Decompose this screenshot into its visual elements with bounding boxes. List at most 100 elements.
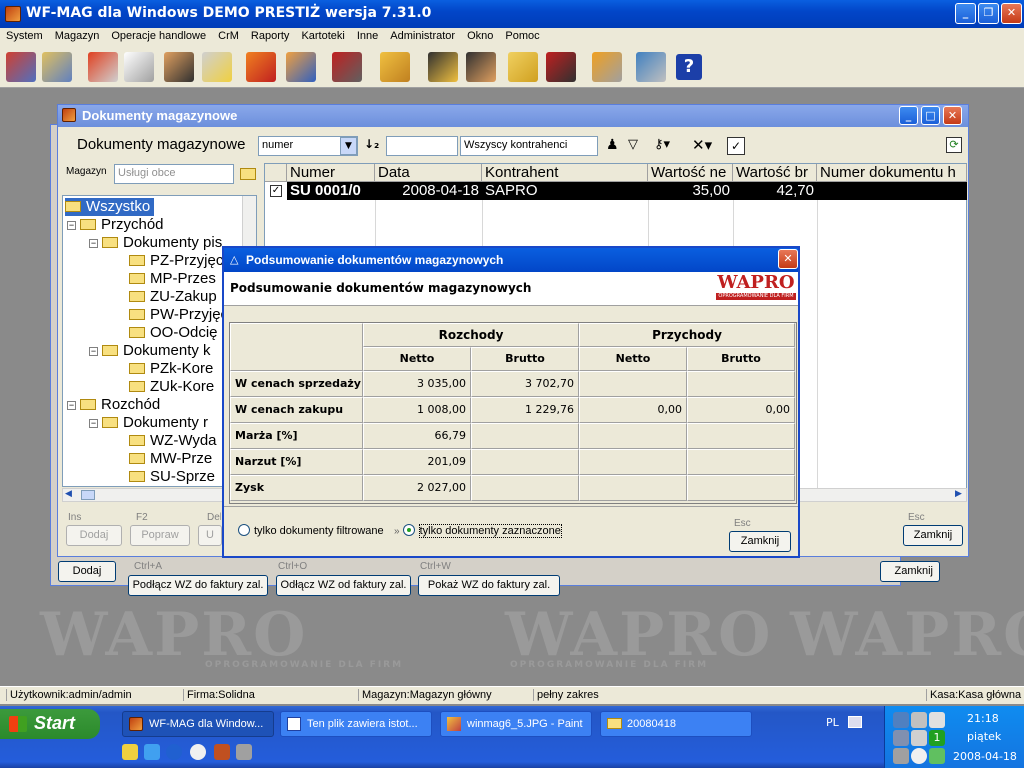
chart-icon[interactable]: [380, 52, 410, 82]
tree-item[interactable]: − Przychód: [67, 216, 164, 234]
caps-icon[interactable]: [911, 730, 927, 746]
select-column-header[interactable]: [265, 164, 287, 182]
checkbox-toggle-icon[interactable]: ✓: [727, 137, 745, 155]
tree-item[interactable]: ZU-Zakup: [129, 288, 217, 306]
tree-item[interactable]: MW-Prze: [129, 450, 212, 468]
invoice-icon[interactable]: [124, 52, 154, 82]
quicklaunch-icon[interactable]: [236, 744, 252, 760]
dialog-close-action-button[interactable]: Zamknij: [729, 531, 791, 552]
collapse-icon[interactable]: −: [89, 239, 98, 248]
numlock-icon[interactable]: 1: [929, 730, 945, 746]
filter-icon[interactable]: ▽: [628, 137, 638, 152]
cell-kontrahent[interactable]: SAPRO: [482, 182, 648, 200]
scroll-right-icon[interactable]: ▶: [955, 489, 962, 499]
warehouse-icon[interactable]: [246, 52, 276, 82]
column-header-kontrahent[interactable]: Kontrahent: [482, 164, 648, 182]
taskbar-item[interactable]: winmag6_5.JPG - Paint: [440, 711, 592, 737]
magazyn-field[interactable]: Usługi obce: [114, 164, 234, 184]
contacts-icon[interactable]: [164, 52, 194, 82]
doc-maximize-button[interactable]: □: [921, 106, 940, 125]
row-checkbox[interactable]: ✓: [270, 185, 282, 197]
transfer-icon[interactable]: [546, 52, 576, 82]
column-header-brutto[interactable]: Wartość br: [733, 164, 817, 182]
menu-magazyn[interactable]: Magazyn: [49, 28, 106, 42]
tree-item[interactable]: SU-Sprze: [129, 468, 215, 486]
tray-icon[interactable]: [911, 712, 927, 728]
menu-kartoteki[interactable]: Kartoteki: [295, 28, 350, 42]
app-icon[interactable]: [5, 6, 21, 22]
notes-icon[interactable]: [202, 52, 232, 82]
cell-data[interactable]: 2008-04-18: [375, 182, 482, 200]
cell-numer[interactable]: SU 0001/0: [287, 182, 375, 200]
user-lock-icon[interactable]: [428, 52, 458, 82]
menu-inne[interactable]: Inne: [351, 28, 384, 42]
doc-close-button[interactable]: ✕: [943, 106, 962, 125]
cell-netto[interactable]: 35,00: [648, 182, 733, 200]
odlacz-wz-button[interactable]: Odłącz WZ od faktury zal.: [276, 575, 411, 596]
column-header-data[interactable]: Data: [375, 164, 482, 182]
media-icon[interactable]: [190, 744, 206, 760]
column-header-numer[interactable]: Numer: [287, 164, 375, 182]
tree-item[interactable]: PZ-Przyjęcie: [129, 252, 235, 270]
person-filter-icon[interactable]: ♟: [606, 137, 619, 153]
start-button[interactable]: Start: [0, 709, 100, 739]
tree-item[interactable]: Wszystko: [65, 198, 155, 216]
taskbar-item[interactable]: WF-MAG dla Window...: [122, 711, 274, 737]
tree-item[interactable]: OO-Odcię: [129, 324, 218, 342]
menu-operacje[interactable]: Operacje handlowe: [105, 28, 212, 42]
clear-filter-icon[interactable]: ✕▾: [692, 136, 712, 154]
help-icon[interactable]: ?: [676, 54, 702, 80]
menu-pomoc[interactable]: Pomoc: [499, 28, 545, 42]
menu-crm[interactable]: CrM: [212, 28, 245, 42]
documents-icon[interactable]: [6, 52, 36, 82]
folder-icon[interactable]: [240, 168, 256, 180]
tray-icon[interactable]: [893, 730, 909, 746]
refresh-icon[interactable]: ⟳: [946, 137, 962, 153]
edit-button[interactable]: Popraw: [130, 525, 190, 546]
language-indicator[interactable]: PL: [826, 716, 839, 729]
chevron-down-icon[interactable]: ▼: [340, 137, 357, 155]
keyboard-icon[interactable]: [848, 716, 862, 728]
tree-item[interactable]: − Dokumenty r: [89, 414, 208, 432]
cell-numer-dok[interactable]: [817, 182, 967, 200]
close-button[interactable]: ✕: [1001, 3, 1022, 24]
computer-icon[interactable]: [636, 52, 666, 82]
taskbar-item[interactable]: Ten plik zawiera istot...: [280, 711, 432, 737]
menu-raporty[interactable]: Raporty: [245, 28, 296, 42]
edit-icon[interactable]: [42, 52, 72, 82]
menu-okno[interactable]: Okno: [461, 28, 499, 42]
quicklaunch-icon[interactable]: [122, 744, 138, 760]
tree-item[interactable]: PZk-Kore: [129, 360, 213, 378]
tree-item[interactable]: MP-Przes: [129, 270, 216, 288]
back-close-button[interactable]: Zamknij: [880, 561, 940, 582]
tray-icon[interactable]: [929, 712, 945, 728]
minimize-button[interactable]: _: [955, 3, 976, 24]
tree-item[interactable]: − Dokumenty pis: [89, 234, 222, 252]
import-icon[interactable]: [88, 52, 118, 82]
calculator-icon[interactable]: [332, 52, 362, 82]
scroll-thumb[interactable]: [81, 490, 95, 500]
menu-system[interactable]: System: [0, 28, 49, 42]
app-title-bar[interactable]: WF-MAG dla Windows DEMO PRESTIŻ wersja 7…: [0, 0, 1024, 28]
doc-close-action-button[interactable]: Zamknij: [903, 525, 963, 546]
column-header-netto[interactable]: Wartość ne: [648, 164, 733, 182]
key-filter-icon[interactable]: ⚷▾: [654, 137, 670, 152]
summary-dialog-titlebar[interactable]: Podsumowanie dokumentów magazynowych: [224, 248, 798, 272]
pokaz-wz-button[interactable]: Pokaż WZ do faktury zal.: [418, 575, 560, 596]
sort-az-icon[interactable]: ↓₂: [364, 137, 379, 151]
dialog-close-button[interactable]: ✕: [778, 249, 798, 269]
tray-icon[interactable]: [929, 748, 945, 764]
download-icon[interactable]: [592, 52, 622, 82]
tree-item[interactable]: WZ-Wyda: [129, 432, 217, 450]
tree-item[interactable]: − Dokumenty k: [89, 342, 211, 360]
collapse-icon[interactable]: −: [89, 419, 98, 428]
tree-item[interactable]: − Rozchód: [67, 396, 160, 414]
quicklaunch-icon[interactable]: [214, 744, 230, 760]
tray-icon[interactable]: [893, 712, 909, 728]
collapse-icon[interactable]: −: [67, 221, 76, 230]
wfmag-icon[interactable]: [508, 52, 538, 82]
column-header-numer-dok[interactable]: Numer dokumentu h: [817, 164, 967, 182]
contractor-filter[interactable]: Wszyscy kontrahenci: [460, 136, 598, 156]
add-button[interactable]: Dodaj: [66, 525, 122, 546]
search-input[interactable]: [386, 136, 458, 156]
